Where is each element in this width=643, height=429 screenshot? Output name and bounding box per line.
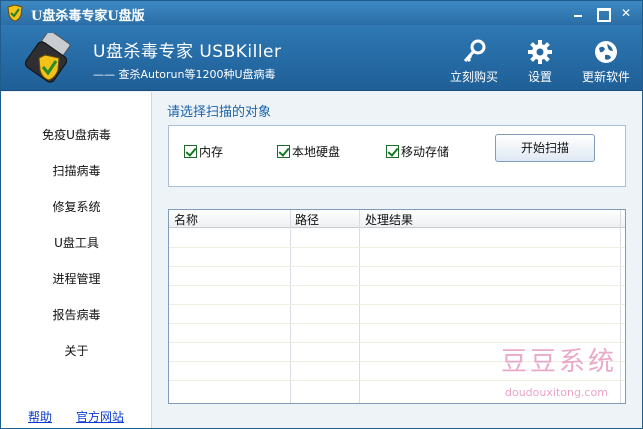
watermark-text: 豆豆系统 xyxy=(501,347,618,377)
memory-checkbox[interactable] xyxy=(184,145,197,158)
column-path[interactable]: 路径 xyxy=(295,211,319,228)
option-local-disk[interactable]: 本地硬盘 xyxy=(277,143,340,160)
help-link[interactable]: 帮助 xyxy=(28,408,52,425)
start-scan-button[interactable]: 开始扫描 xyxy=(495,134,595,162)
column-divider[interactable] xyxy=(359,210,360,403)
settings-label: 设置 xyxy=(527,70,552,84)
update-software-button[interactable]: 更新软件 xyxy=(576,39,636,85)
results-table-header: 名称 路径 处理结果 xyxy=(169,210,625,228)
close-button[interactable]: ✕ xyxy=(618,5,634,21)
title-bar[interactable]: U盘杀毒专家U盘版 ✕ xyxy=(1,1,642,25)
window-title: U盘杀毒专家U盘版 xyxy=(31,9,145,24)
row-line xyxy=(169,285,625,286)
buy-now-label: 立刻购买 xyxy=(449,70,498,84)
settings-button[interactable]: 设置 xyxy=(510,39,570,85)
column-name[interactable]: 名称 xyxy=(174,211,198,228)
app-name: U盘杀毒专家 USBKiller xyxy=(93,42,282,62)
globe-update-icon xyxy=(595,41,617,63)
sidebar-item-usb-tools[interactable]: U盘工具 xyxy=(1,234,152,251)
removable-storage-label: 移动存储 xyxy=(401,145,450,159)
minimize-button[interactable] xyxy=(570,5,586,21)
column-divider[interactable] xyxy=(620,210,621,403)
scan-options-box: 内存 本地硬盘 移动存储 开始扫描 xyxy=(168,125,626,187)
memory-label: 内存 xyxy=(199,145,224,159)
watermark-url: doudouxitong.com xyxy=(505,386,608,399)
option-memory[interactable]: 内存 xyxy=(184,143,223,160)
sidebar-item-process-manager[interactable]: 进程管理 xyxy=(1,270,152,287)
scan-target-title: 请选择扫描的对象 xyxy=(167,105,272,120)
usb-shield-logo-icon xyxy=(24,33,71,83)
buy-now-button[interactable]: 立刻购买 xyxy=(444,39,504,85)
sidebar: 免疫U盘病毒 扫描病毒 修复系统 U盘工具 进程管理 报告病毒 关于 帮助 官方… xyxy=(1,92,152,428)
sidebar-item-report-virus[interactable]: 报告病毒 xyxy=(1,306,152,323)
row-line xyxy=(169,247,625,248)
shield-icon xyxy=(7,4,23,22)
column-divider[interactable] xyxy=(290,210,291,403)
maximize-button[interactable] xyxy=(594,5,611,22)
gear-icon xyxy=(528,40,552,64)
key-icon xyxy=(463,39,486,63)
sidebar-item-usb-immunize[interactable]: 免疫U盘病毒 xyxy=(1,126,152,143)
option-removable-storage[interactable]: 移动存储 xyxy=(386,143,449,160)
app-window: U盘杀毒专家U盘版 ✕ U盘杀毒专家 USBKiller —— 查杀Autoru… xyxy=(0,0,643,429)
sidebar-item-scan-virus[interactable]: 扫描病毒 xyxy=(1,162,152,179)
local-disk-checkbox[interactable] xyxy=(277,145,290,158)
app-slogan: —— 查杀Autorun等1200种U盘病毒 xyxy=(93,68,276,81)
local-disk-label: 本地硬盘 xyxy=(292,145,341,159)
main-panel: 请选择扫描的对象 内存 本地硬盘 移动存储 开始扫描 名称 路径 处理结果 xyxy=(153,92,642,428)
row-line xyxy=(169,266,625,267)
row-line xyxy=(169,304,625,305)
removable-storage-checkbox[interactable] xyxy=(386,145,399,158)
update-software-label: 更新软件 xyxy=(581,70,630,84)
row-line xyxy=(169,323,625,324)
sidebar-item-repair-system[interactable]: 修复系统 xyxy=(1,198,152,215)
sidebar-item-about[interactable]: 关于 xyxy=(1,342,152,359)
column-result[interactable]: 处理结果 xyxy=(365,211,413,228)
header-banner: U盘杀毒专家 USBKiller —— 查杀Autorun等1200种U盘病毒 … xyxy=(1,25,642,91)
official-website-link[interactable]: 官方网站 xyxy=(76,408,124,425)
row-line xyxy=(169,380,625,381)
